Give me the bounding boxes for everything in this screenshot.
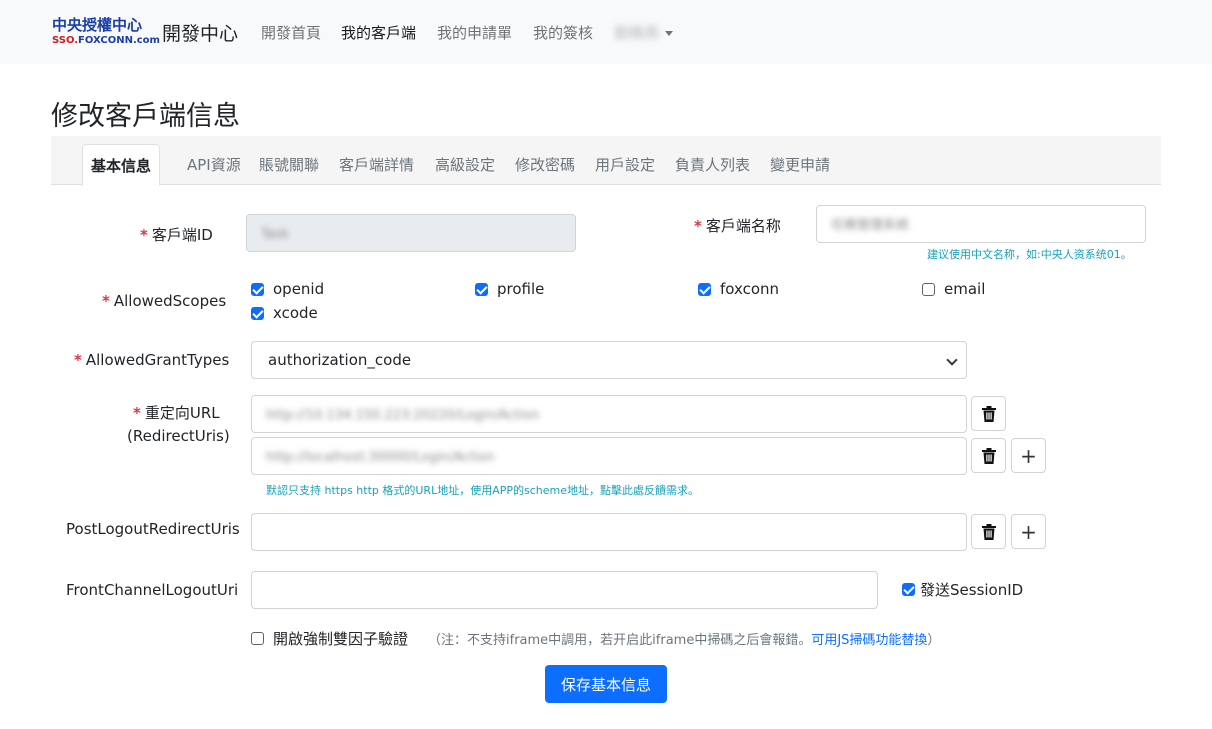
tab-change-password[interactable]: 修改密碼: [515, 154, 575, 175]
tab-change-request[interactable]: 變更申請: [770, 154, 830, 175]
trash-icon: [981, 447, 996, 464]
page-title: 修改客戶端信息: [51, 101, 240, 132]
plus-icon: +: [1020, 519, 1037, 544]
post-logout-label: PostLogoutRedirectUris: [66, 520, 240, 538]
checkbox-unchecked-icon: [251, 632, 264, 645]
checkbox-checked-icon: [251, 306, 264, 320]
mfa-note: （注：不支持iframe中調用，若开启此iframe中掃碼之后會報錯。可用JS掃…: [428, 633, 941, 648]
add-post-logout-uri-button[interactable]: +: [1011, 514, 1046, 549]
delete-redirect-uri-1-button[interactable]: [971, 396, 1006, 431]
delete-post-logout-uri-button[interactable]: [971, 514, 1006, 549]
nav-link-dev-home[interactable]: 開發首頁: [261, 22, 321, 43]
nav-link-my-requests[interactable]: 我的申請單: [437, 22, 512, 43]
logo-subtitle: SSO.FOXCONN.com: [52, 35, 160, 46]
tab-advanced-settings[interactable]: 高級設定: [435, 154, 495, 175]
post-logout-uri-field[interactable]: [251, 513, 967, 551]
client-id-label: * 客戶端ID: [140, 226, 213, 244]
scope-foxconn-checkbox[interactable]: foxconn: [698, 280, 779, 298]
tab-user-settings[interactable]: 用戶設定: [595, 154, 655, 175]
user-menu[interactable]: 劉曉燕: [614, 22, 674, 43]
front-channel-label: FrontChannelLogoutUri: [66, 581, 239, 599]
logo-title: 中央授權中心: [52, 16, 143, 34]
add-redirect-uri-button[interactable]: +: [1011, 438, 1046, 473]
tab-account-link[interactable]: 賬號關聯: [259, 154, 319, 175]
redirect-uri-field-1[interactable]: http://10.134.150.223:20220/Login/Action: [251, 395, 967, 433]
redirect-uri-field-2[interactable]: http://localhost:30000/Login/Action: [251, 437, 967, 475]
client-name-hint: 建议使用中文名称，如:中央人资系统01。: [927, 248, 1132, 261]
checkbox-checked-icon: [902, 583, 915, 596]
force-mfa-checkbox[interactable]: 開啟強制雙因子驗證: [251, 628, 408, 649]
tab-api-resources[interactable]: API資源: [187, 154, 241, 175]
plus-icon: +: [1020, 443, 1037, 468]
tab-basic-info[interactable]: 基本信息: [82, 144, 161, 186]
send-session-id-checkbox[interactable]: 發送SessionID: [902, 579, 1023, 600]
user-name: 劉曉燕: [614, 24, 660, 42]
tab-owner-list[interactable]: 負責人列表: [675, 154, 750, 175]
redirect-uri-sublabel: (RedirectUris): [127, 427, 230, 445]
save-basic-info-button[interactable]: 保存基本信息: [545, 665, 667, 703]
tab-bar: 基本信息 API資源 賬號關聯 客戶端詳情 高級設定 修改密碼 用戶設定 負責人…: [51, 136, 1161, 186]
trash-icon: [981, 405, 996, 422]
feedback-link[interactable]: 點擊此處反饋需求。: [600, 484, 699, 497]
client-id-field: Task: [246, 214, 576, 252]
nav-link-my-approvals[interactable]: 我的簽核: [533, 22, 593, 43]
scope-xcode-checkbox[interactable]: xcode: [251, 304, 318, 322]
chevron-down-icon: [946, 354, 958, 366]
tab-client-details[interactable]: 客戶端詳情: [339, 154, 414, 175]
redirect-uri-label: * 重定向URL: [133, 404, 220, 422]
scope-profile-checkbox[interactable]: profile: [475, 280, 544, 298]
trash-icon: [981, 523, 996, 540]
nav-link-my-clients[interactable]: 我的客戶端: [341, 22, 416, 43]
checkbox-checked-icon: [475, 282, 488, 296]
grant-types-label: * AllowedGrantTypes: [74, 351, 230, 369]
client-name-label: * 客戶端名称: [694, 217, 781, 235]
scope-openid-checkbox[interactable]: openid: [251, 280, 324, 298]
allowed-scopes-label: * AllowedScopes: [102, 292, 227, 310]
client-name-field[interactable]: 任務管理系統: [816, 205, 1146, 243]
sso-logo[interactable]: 中央授權中心 SSO.FOXCONN.com: [52, 16, 160, 49]
caret-down-icon: [665, 31, 674, 36]
front-channel-uri-field[interactable]: [251, 571, 878, 609]
checkbox-unchecked-icon: [922, 282, 935, 296]
top-navbar: 中央授權中心 SSO.FOXCONN.com 開發中心 開發首頁 我的客戶端 我…: [0, 0, 1212, 64]
grant-types-select[interactable]: authorization_code: [251, 341, 967, 379]
checkbox-checked-icon: [251, 282, 264, 296]
redirect-uri-hint: 默認只支持 https http 格式的URL地址，使用APP的scheme地址…: [266, 484, 699, 497]
js-scan-link[interactable]: 可用JS掃碼功能替換: [811, 633, 927, 648]
brand-title[interactable]: 開發中心: [162, 19, 238, 46]
checkbox-checked-icon: [698, 282, 711, 296]
delete-redirect-uri-2-button[interactable]: [971, 438, 1006, 473]
scope-email-checkbox[interactable]: email: [922, 280, 985, 298]
